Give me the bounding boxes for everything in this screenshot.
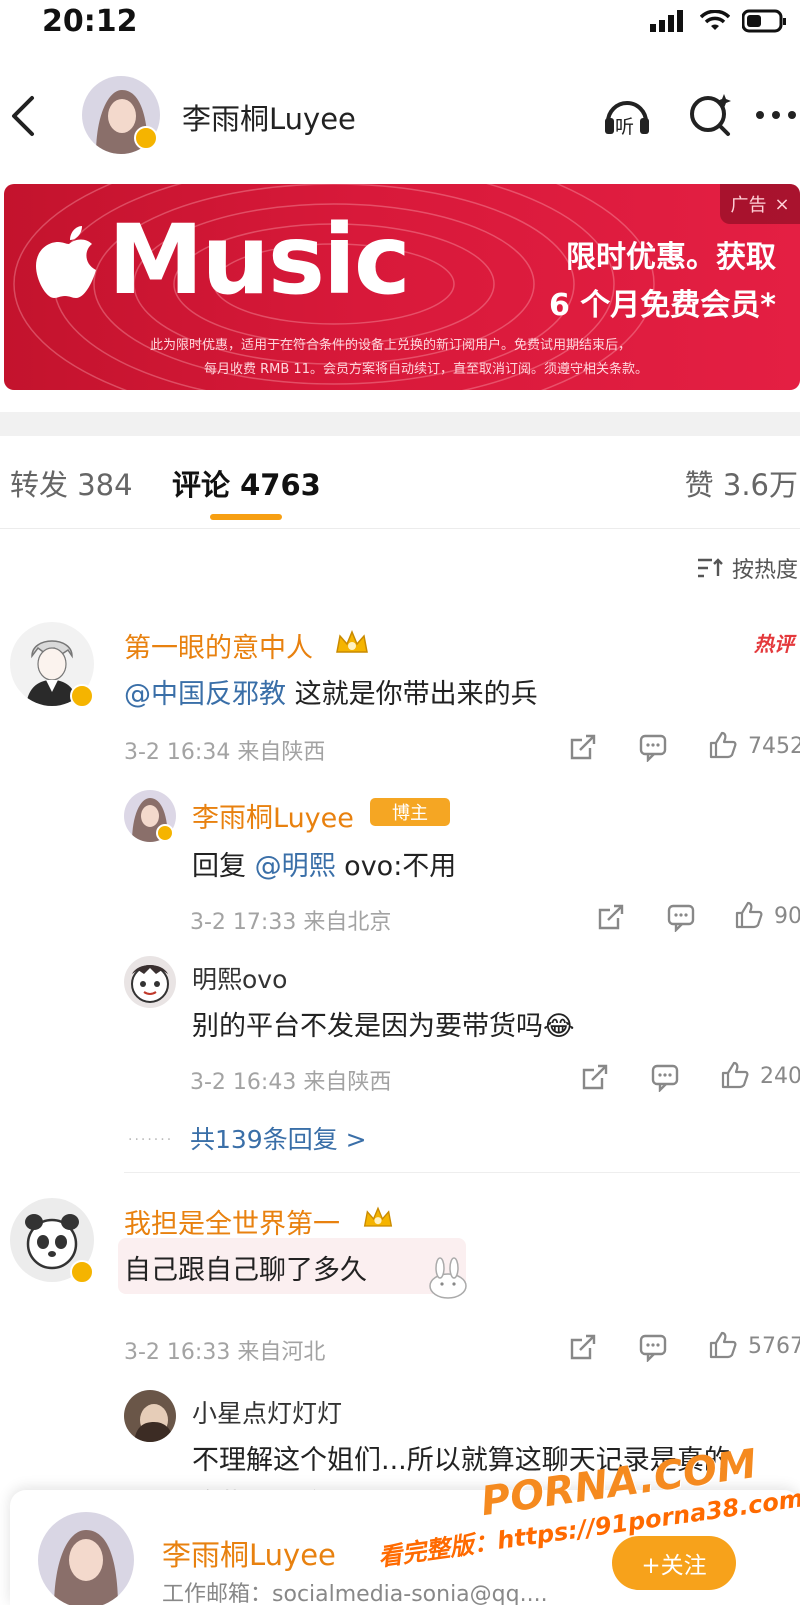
share-icon[interactable] — [568, 732, 598, 762]
profile-card-email: 工作邮箱：socialmedia-sonia@qq.... — [162, 1576, 548, 1605]
tab-comments[interactable]: 评论 4763 — [172, 462, 321, 504]
tabs-divider — [0, 528, 800, 529]
reply-meta: 3-2 17:33 来自北京 — [190, 904, 391, 936]
follow-label: +关注 — [641, 1553, 707, 1579]
reply-text: 回复 @明熙 ovo:不用 — [192, 844, 456, 883]
reply-text: 别的平台不发是因为要带货吗😂 — [192, 1004, 575, 1043]
reply-location: 来自陕西 — [303, 1070, 392, 1095]
reply-body: 别的平台不发是因为要带货吗 — [192, 1011, 543, 1042]
comment-author[interactable]: 第一眼的意中人 — [124, 626, 313, 665]
thread-divider — [124, 1172, 800, 1173]
email-value: socialmedia-sonia@qq.... — [272, 1582, 548, 1605]
reply-icon[interactable] — [638, 1332, 668, 1362]
comment-author[interactable]: 我担是全世界第一 — [124, 1202, 340, 1241]
comment-location: 来自河北 — [237, 1340, 326, 1365]
mention-link[interactable]: @明熙 — [255, 851, 336, 882]
more-replies-link[interactable]: 共139条回复 > — [190, 1120, 367, 1156]
like-icon[interactable] — [708, 1330, 738, 1360]
ad-brand: Music — [108, 204, 411, 316]
reply-author[interactable]: 小星点灯灯灯 — [192, 1394, 342, 1430]
ad-banner[interactable]: Music 限时优惠。获取 6 个月免费会员* 此为限时优惠，适用于在符合条件的… — [4, 184, 800, 390]
comment-location: 来自陕西 — [237, 740, 326, 765]
laughing-emoji: 😂 — [543, 1011, 575, 1042]
follow-button[interactable]: +关注 — [612, 1536, 736, 1590]
sort-button[interactable]: 按热度 — [696, 552, 798, 584]
verified-badge — [134, 126, 158, 150]
search-icon[interactable] — [684, 88, 738, 142]
reply-body: ovo:不用 — [335, 851, 457, 882]
comment-text: @中国反邪教 这就是你带出来的兵 — [124, 672, 538, 711]
apple-logo-icon — [36, 226, 96, 298]
listen-label: 听 — [615, 116, 635, 138]
ad-tag[interactable]: 广告 × — [720, 184, 800, 224]
sort-label: 按热度 — [731, 558, 798, 583]
status-icons — [650, 8, 786, 34]
battery-icon — [742, 9, 786, 33]
signal-icon — [650, 10, 683, 32]
reply-icon[interactable] — [650, 1062, 680, 1092]
like-icon[interactable] — [734, 900, 764, 930]
status-time: 20:12 — [42, 4, 138, 39]
listen-button[interactable]: 听 — [600, 88, 654, 142]
like-count: 90 — [774, 904, 800, 929]
ad-fine-print-1: 此为限时优惠，适用于在符合条件的设备上兑换的新订阅用户。免费试用期结束后， — [150, 338, 632, 353]
wifi-icon — [700, 10, 730, 30]
profile-card-name[interactable]: 李雨桐Luyee — [162, 1532, 336, 1574]
like-count: 240 — [760, 1064, 800, 1089]
sort-icon — [697, 558, 723, 578]
author-badge: 博主 — [370, 798, 450, 826]
bunny-sticker-icon — [429, 1257, 467, 1299]
reply-meta: 3-2 16:43 来自陕西 — [190, 1064, 391, 1096]
reply-prefix: 回复 — [192, 851, 255, 882]
ad-offer-line1: 限时优惠。获取 — [566, 240, 776, 275]
share-icon[interactable] — [568, 1332, 598, 1362]
comment-meta: 3-2 16:33 来自河北 — [124, 1334, 325, 1366]
like-icon[interactable] — [708, 730, 738, 760]
comment-time: 3-2 16:34 — [124, 740, 231, 765]
reply-time: 3-2 17:33 — [190, 910, 297, 935]
ad-close-icon[interactable]: × — [774, 194, 789, 215]
comment-body: 这就是你带出来的兵 — [286, 679, 538, 710]
reply-avatar[interactable] — [124, 956, 176, 1008]
crown-badge-icon — [363, 1206, 393, 1227]
reply-time: 3-2 16:43 — [190, 1070, 297, 1095]
more-replies-dots: ······· — [128, 1132, 174, 1148]
hot-comment-tag: 热评 — [754, 632, 794, 656]
page-title: 李雨桐Luyee — [182, 102, 356, 136]
like-count: 5767 — [748, 1334, 800, 1359]
profile-card-avatar[interactable] — [38, 1512, 134, 1605]
like-icon[interactable] — [720, 1060, 750, 1090]
mention-link[interactable]: @中国反邪教 — [124, 679, 286, 710]
back-button[interactable] — [6, 92, 40, 140]
section-divider — [0, 412, 800, 436]
ad-fine-print-2: 每月收费 RMB 11。会员方案将自动续订，直至取消订阅。须遵守相关条款。 — [204, 362, 648, 377]
verified-badge — [156, 824, 174, 842]
like-count: 7452 — [748, 734, 800, 759]
share-icon[interactable] — [596, 902, 626, 932]
tab-repost[interactable]: 转发 384 — [10, 462, 133, 504]
tab-active-indicator — [210, 514, 282, 520]
ad-offer-line2: 6 个月免费会员* — [548, 288, 776, 323]
ad-tag-label: 广告 — [730, 195, 767, 216]
verified-badge — [70, 1260, 94, 1284]
reply-icon[interactable] — [666, 902, 696, 932]
email-label: 工作邮箱： — [162, 1582, 273, 1605]
share-icon[interactable] — [580, 1062, 610, 1092]
reply-author[interactable]: 明熙ovo — [192, 960, 287, 996]
tab-likes[interactable]: 赞 3.6万 — [685, 462, 798, 504]
reply-author[interactable]: 李雨桐Luyee — [192, 796, 354, 835]
reply-avatar[interactable] — [124, 1390, 176, 1442]
reply-icon[interactable] — [638, 732, 668, 762]
comment-meta: 3-2 16:34 来自陕西 — [124, 734, 325, 766]
author-badge-label: 博主 — [392, 803, 428, 824]
crown-badge-icon — [336, 630, 368, 653]
comment-time: 3-2 16:33 — [124, 1340, 231, 1365]
reply-location: 来自北京 — [303, 910, 392, 935]
verified-badge — [70, 684, 94, 708]
comment-body: 自己跟自己聊了多久 — [124, 1255, 367, 1286]
more-icon[interactable] — [752, 88, 800, 142]
